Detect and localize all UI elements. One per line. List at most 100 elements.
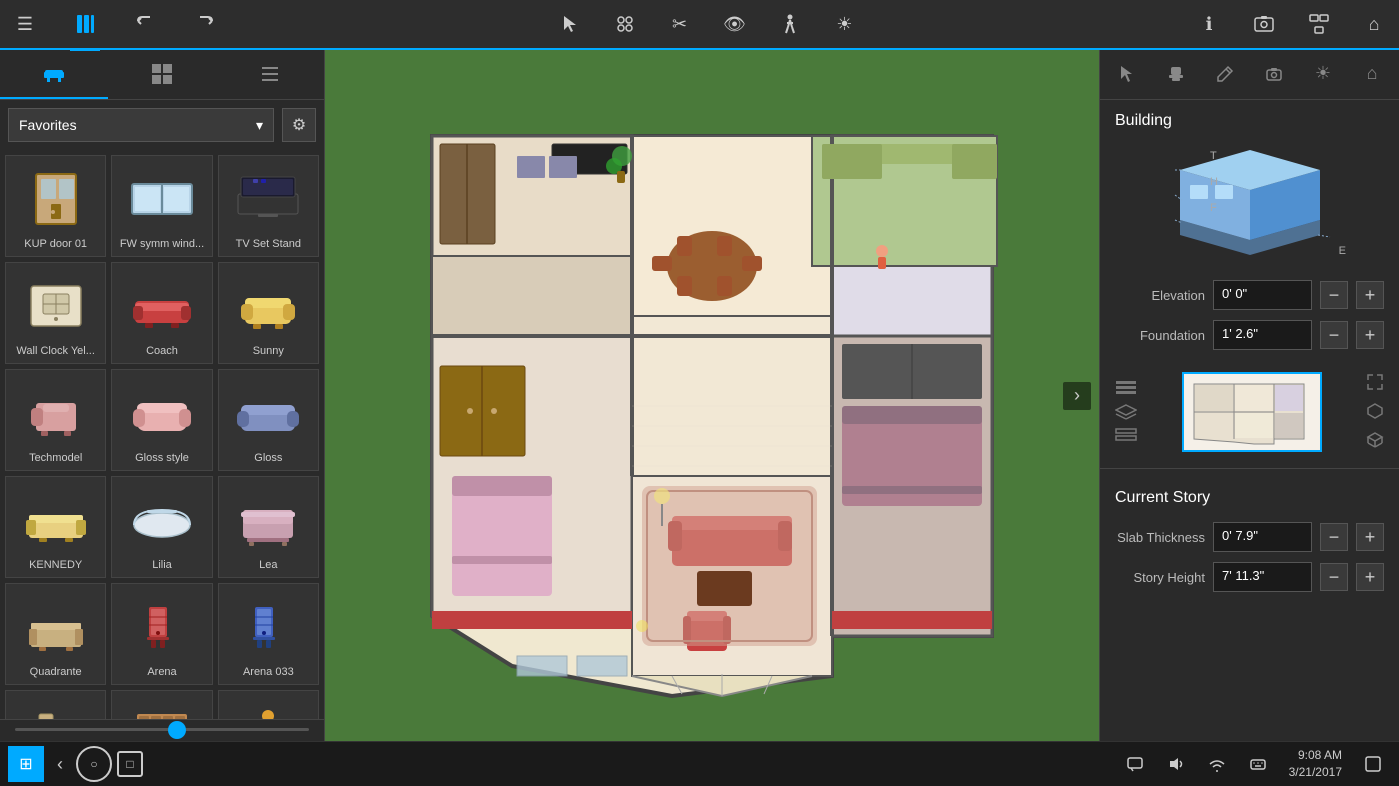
list-item[interactable]: FW symm wind... [111,155,212,257]
elevation-increase-button[interactable]: + [1356,281,1384,309]
scissors-tool-icon[interactable]: ✂ [665,9,695,39]
cursor-tab[interactable] [1105,55,1149,95]
furniture-tab[interactable] [0,50,108,99]
label-f: F [1210,202,1218,214]
sun2-tab[interactable]: ☀ [1301,55,1345,95]
items-grid: KUP door 01 FW symm wind... [0,150,324,719]
house2-tab[interactable]: ⌂ [1350,55,1394,95]
right-panel-tabs: ☀ ⌂ [1100,50,1399,100]
item-thumbnail [16,378,96,448]
story-height-increase-button[interactable]: + [1356,563,1384,591]
menu-icon[interactable]: ☰ [10,9,40,39]
undo-icon[interactable] [130,9,160,39]
favorites-dropdown[interactable]: Favorites ▾ [8,108,274,142]
back-button[interactable]: ‹ [49,754,71,775]
list-item[interactable]: Wall Clock Yel... [5,262,106,364]
paint-tab[interactable] [1203,55,1247,95]
list-item[interactable]: Quadrante [5,583,106,685]
share-tool-icon[interactable] [1304,9,1334,39]
expand-arrow[interactable]: › [1063,382,1091,410]
volume-icon[interactable] [1158,746,1194,782]
slider-track[interactable] [15,728,309,731]
slab-thickness-value[interactable]: 0' 7.9" [1213,522,1312,552]
list-tab[interactable] [216,50,324,99]
list-item[interactable]: Gloss [218,369,319,471]
list-item[interactable]: — [218,690,319,719]
slab-thickness-label: Slab Thickness [1115,530,1205,545]
list-item[interactable]: Coach [111,262,212,364]
list-item[interactable]: KUP door 01 [5,155,106,257]
foundation-increase-button[interactable]: + [1356,321,1384,349]
main-content: Favorites ▾ ⚙ KUP door 01 [0,50,1399,741]
walk-tool-icon[interactable] [775,9,805,39]
info-tool-icon[interactable]: ℹ [1194,9,1224,39]
slab-decrease-button[interactable]: − [1320,523,1348,551]
list-item[interactable]: Arena 033 [218,583,319,685]
sun-tool-icon[interactable]: ☀ [830,9,860,39]
building-section: Building T H F E [1100,100,1399,372]
task-view-button[interactable]: □ [117,751,143,777]
layers-icon[interactable] [1115,404,1137,420]
story-height-decrease-button[interactable]: − [1320,563,1348,591]
label-e: E [1339,245,1346,257]
slab-increase-button[interactable]: + [1356,523,1384,551]
list-item[interactable]: Gloss style [111,369,212,471]
view-tool-icon[interactable]: 👁 [720,9,750,39]
screenshot-tool-icon[interactable] [1249,9,1279,39]
camera-tab[interactable] [1252,55,1296,95]
home-button[interactable]: ○ [76,746,112,782]
item-thumbnail [228,164,308,234]
settings-icon[interactable]: ⚙ [282,108,316,142]
left-panel-tabs [0,50,324,100]
floor-plan-thumbnail[interactable] [1182,372,1322,452]
library-icon[interactable] [70,9,100,39]
slider-thumb[interactable] [168,721,186,739]
story-icon[interactable] [1115,428,1137,444]
item-label: TV Set Stand [223,238,314,250]
3d-view-icon[interactable] [1366,431,1384,452]
foundation-value[interactable]: 1' 2.6" [1213,320,1312,350]
slab-thickness-row: Slab Thickness 0' 7.9" − + [1115,522,1384,552]
elevation-value[interactable]: 0' 0" [1213,280,1312,310]
item-thumbnail [122,271,202,341]
item-thumbnail [16,271,96,341]
keyboard-icon[interactable] [1240,746,1276,782]
list-item[interactable]: Sunny [218,262,319,364]
list-item[interactable]: Lea [218,476,319,578]
favorites-bar: Favorites ▾ ⚙ [0,100,324,150]
select-tool-icon[interactable] [555,9,585,39]
item-label: KENNEDY [10,559,101,571]
list-item[interactable]: TV Set Stand [218,155,319,257]
current-story-title: Current Story [1115,489,1384,507]
item-thumbnail [228,271,308,341]
floor-settings-icon[interactable] [1115,380,1137,396]
list-item[interactable]: Lilia [111,476,212,578]
notification-icon[interactable] [1355,746,1391,782]
item-label: Techmodel [10,452,101,464]
story-height-value[interactable]: 7' 11.3" [1213,562,1312,592]
canvas-area[interactable]: › [325,50,1099,741]
house-tool-icon[interactable]: ⌂ [1359,9,1389,39]
right-tool-group: ℹ ⌂ [1194,9,1389,39]
item-thumbnail [228,485,308,555]
building-title: Building [1115,112,1384,130]
list-item[interactable]: — [111,690,212,719]
tool-group: ✂ 👁 ☀ [555,9,860,39]
style-tab[interactable] [108,50,216,99]
list-item[interactable]: Arena [111,583,212,685]
list-item[interactable]: — [5,690,106,719]
redo-icon[interactable] [190,9,220,39]
elevation-decrease-button[interactable]: − [1320,281,1348,309]
perspective-icon[interactable] [1366,402,1384,423]
item-label: Wall Clock Yel... [10,345,101,357]
list-item[interactable]: Techmodel [5,369,106,471]
foundation-decrease-button[interactable]: − [1320,321,1348,349]
chat-icon[interactable] [1117,746,1153,782]
group-tool-icon[interactable] [610,9,640,39]
list-item[interactable]: KENNEDY [5,476,106,578]
item-label: Arena 033 [223,666,314,678]
network-icon[interactable] [1199,746,1235,782]
stamp-tab[interactable] [1154,55,1198,95]
start-button[interactable]: ⊞ [8,746,44,782]
expand-view-icon[interactable] [1366,373,1384,394]
